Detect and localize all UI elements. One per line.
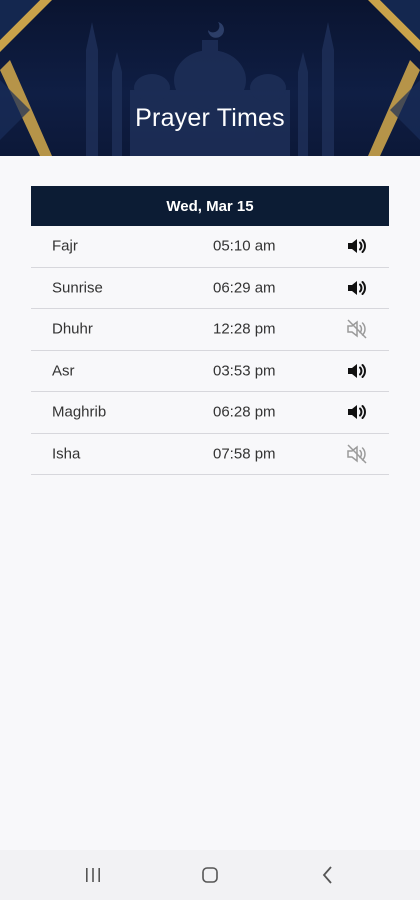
prayer-schedule: Wed, Mar 15 Fajr 05:10 am Sunrise 06:29 am D… — [0, 156, 420, 850]
back-icon[interactable] — [316, 863, 340, 887]
speaker-muted-icon[interactable] — [345, 317, 369, 341]
speaker-on-icon[interactable] — [345, 276, 369, 300]
prayer-time: 12:28 pm — [213, 320, 276, 338]
prayer-row-maghrib: Maghrib 06:28 pm — [31, 392, 389, 434]
prayer-row-asr: Asr 03:53 pm — [31, 351, 389, 392]
prayer-time: 07:58 pm — [213, 445, 276, 463]
prayer-row-dhuhr: Dhuhr 12:28 pm — [31, 309, 389, 351]
date-header: Wed, Mar 15 — [31, 186, 389, 226]
prayer-time: 05:10 am — [213, 237, 276, 255]
prayer-row-sunrise: Sunrise 06:29 am — [31, 268, 389, 309]
speaker-on-icon[interactable] — [345, 234, 369, 258]
prayer-name: Maghrib — [52, 403, 107, 421]
speaker-on-icon[interactable] — [345, 359, 369, 383]
system-navigation-bar — [0, 850, 420, 900]
prayer-row-isha: Isha 07:58 pm — [31, 434, 389, 475]
speaker-muted-icon[interactable] — [345, 442, 369, 466]
prayer-name: Isha — [52, 445, 81, 463]
prayer-time: 06:28 pm — [213, 403, 276, 421]
prayer-name: Dhuhr — [52, 320, 93, 338]
prayer-list: Fajr 05:10 am Sunrise 06:29 am Dhuhr 12:28 pm… — [31, 226, 389, 475]
prayer-time: 03:53 pm — [213, 362, 276, 380]
page-title: Prayer Times — [135, 104, 285, 132]
prayer-time: 06:29 am — [213, 279, 276, 297]
recents-icon[interactable] — [81, 863, 105, 887]
prayer-name: Fajr — [52, 237, 78, 255]
header-banner: Prayer Times — [0, 0, 420, 156]
prayer-name: Sunrise — [52, 279, 103, 297]
home-icon[interactable] — [198, 863, 222, 887]
speaker-on-icon[interactable] — [345, 400, 369, 424]
prayer-name: Asr — [52, 362, 75, 380]
prayer-row-fajr: Fajr 05:10 am — [31, 226, 389, 268]
